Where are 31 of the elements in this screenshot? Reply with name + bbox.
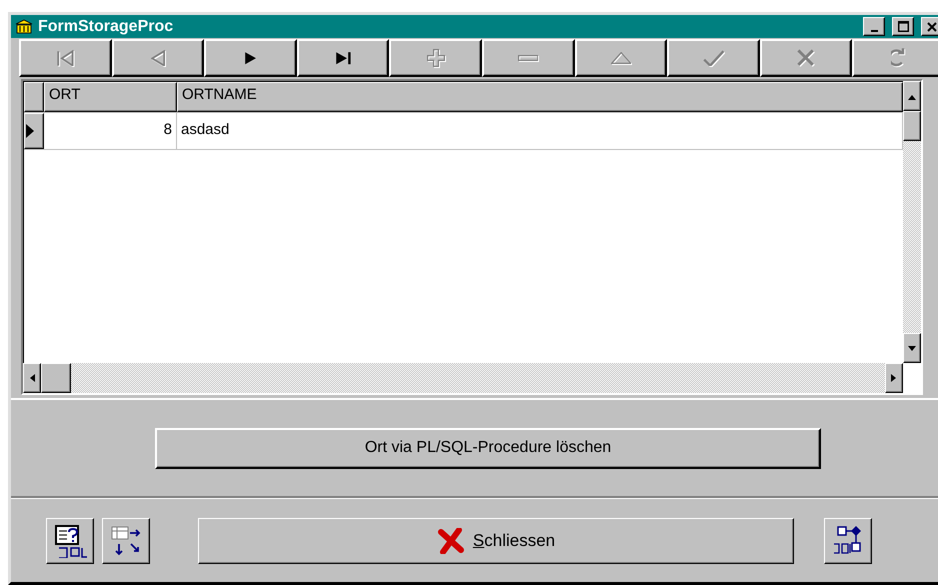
table-cell: 8 bbox=[44, 113, 177, 149]
delete-procedure-button[interactable]: Ort via PL/SQL-Procedure löschen bbox=[155, 428, 821, 468]
horizontal-scrollbar[interactable] bbox=[23, 363, 903, 393]
vertical-scrollbar[interactable] bbox=[903, 81, 921, 363]
sql-query-icon bbox=[53, 524, 87, 558]
scroll-right-button[interactable] bbox=[885, 363, 903, 393]
close-icon bbox=[927, 22, 937, 32]
column-header[interactable]: ORT bbox=[44, 82, 177, 112]
sql-help-button[interactable] bbox=[46, 518, 94, 564]
layout-button[interactable] bbox=[102, 518, 150, 564]
scroll-down-button[interactable] bbox=[903, 333, 921, 363]
scroll-left-button[interactable] bbox=[23, 363, 41, 393]
close-button[interactable] bbox=[921, 17, 938, 36]
navigator-button[interactable] bbox=[296, 39, 390, 77]
scroll-down-icon bbox=[907, 343, 917, 353]
scroll-thumb[interactable] bbox=[903, 111, 921, 141]
scroll-thumb[interactable] bbox=[41, 363, 71, 393]
cross-icon bbox=[436, 528, 465, 554]
row-indicator[interactable] bbox=[24, 113, 44, 149]
navigator-button[interactable] bbox=[204, 39, 297, 77]
scroll-up-button[interactable] bbox=[903, 81, 921, 111]
bank-building-icon bbox=[15, 18, 33, 34]
maximize-button[interactable] bbox=[892, 17, 914, 36]
minimize-icon bbox=[870, 30, 878, 32]
window-title: FormStorageProc bbox=[38, 18, 174, 36]
sql-diagram-button[interactable] bbox=[824, 518, 872, 564]
column-header[interactable]: ORTNAME bbox=[177, 82, 903, 112]
maximize-icon bbox=[898, 21, 908, 32]
table-arrows-icon bbox=[109, 524, 143, 558]
minimize-button[interactable] bbox=[863, 17, 885, 36]
close-form-button[interactable]: Schliessen bbox=[198, 518, 794, 564]
